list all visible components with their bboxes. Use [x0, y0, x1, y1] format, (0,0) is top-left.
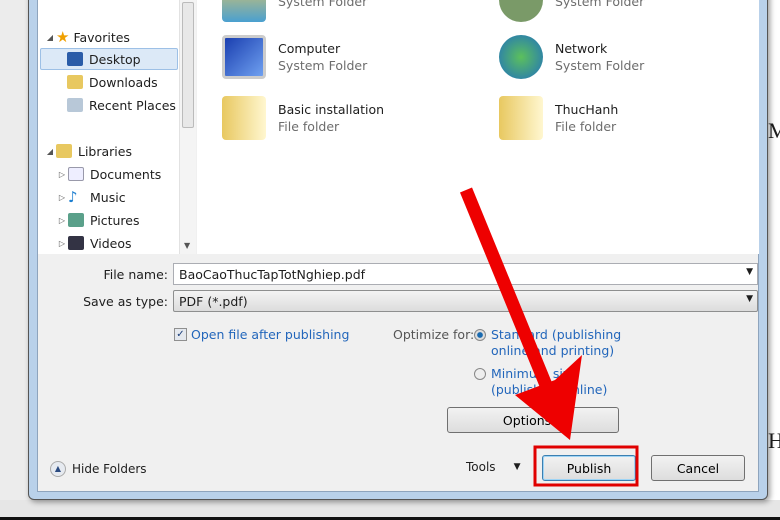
nav-favorites[interactable]: ◢ ★ Favorites	[44, 26, 130, 48]
recent-places-icon	[67, 98, 83, 112]
radio-selected-icon[interactable]	[474, 329, 486, 341]
save-type-select[interactable]: PDF (*.pdf) ▼	[173, 290, 758, 312]
file-name-label: File name:	[103, 267, 168, 282]
file-item[interactable]: Computer System Folder	[222, 35, 367, 79]
user-icon	[499, 0, 543, 22]
item-name: Network	[555, 41, 608, 56]
item-type: System Folder	[555, 58, 645, 73]
nav-label: Videos	[90, 235, 132, 251]
nav-label: Music	[90, 189, 126, 205]
hide-folders-label: Hide Folders	[72, 462, 147, 476]
radio-unselected-icon[interactable]	[474, 368, 486, 380]
hide-folders-button[interactable]: ▲ Hide Folders	[50, 461, 147, 477]
dropdown-arrow-icon[interactable]: ▼	[746, 267, 753, 277]
item-type: System Folder	[278, 58, 368, 73]
nav-recent-places[interactable]: Recent Places	[40, 94, 176, 116]
save-type-value: PDF (*.pdf)	[179, 294, 248, 309]
options-button[interactable]: Options...	[447, 407, 619, 433]
file-name-value: BaoCaoThucTapTotNghiep.pdf	[179, 267, 366, 282]
radio-standard[interactable]: Standard (publishing online and printing…	[474, 327, 624, 359]
open-after-publishing-checkbox[interactable]: ✓ Open file after publishing	[174, 327, 349, 342]
nav-downloads[interactable]: Downloads	[40, 71, 158, 93]
nav-label: Downloads	[89, 74, 158, 90]
folder-icon	[499, 96, 543, 140]
nav-desktop[interactable]: Desktop	[40, 48, 178, 70]
nav-videos[interactable]: ▷ Videos	[56, 232, 132, 254]
checkbox-checked-icon[interactable]: ✓	[174, 328, 187, 341]
videos-icon	[68, 236, 84, 250]
documents-icon	[68, 167, 84, 181]
publish-dialog: ◢ ★ Favorites Desktop Downloads Recent Pla…	[28, 0, 768, 500]
file-item[interactable]: Basic installation File folder	[222, 96, 384, 140]
scroll-down-icon[interactable]: ▼	[184, 241, 190, 250]
folder-icon	[222, 0, 266, 22]
nav-label: Recent Places	[89, 97, 176, 113]
file-item[interactable]: System Folder	[222, 0, 367, 22]
file-item[interactable]: Network System Folder	[499, 35, 644, 79]
background-strip	[0, 500, 780, 520]
music-icon: ♪	[68, 188, 78, 206]
radio-minimum-size[interactable]: Minimum size (publishing online)	[474, 366, 624, 398]
publish-button[interactable]: Publish	[542, 455, 636, 481]
network-icon	[499, 35, 543, 79]
checkbox-label[interactable]: Open file after publishing	[191, 327, 349, 342]
nav-label: Documents	[90, 166, 162, 182]
radio-label[interactable]: Minimum size (publishing online)	[491, 366, 624, 398]
doc-letter: H	[768, 428, 780, 453]
nav-music[interactable]: ▷ ♪ Music	[56, 186, 126, 208]
item-type: System Folder	[278, 0, 368, 9]
file-list: System Folder System Folder Computer Syst…	[197, 0, 759, 254]
item-type: File folder	[555, 119, 617, 134]
item-name: ThucHanh	[555, 102, 619, 117]
save-type-label: Save as type:	[83, 294, 168, 309]
radio-label[interactable]: Standard (publishing online and printing…	[491, 327, 624, 359]
computer-icon	[222, 35, 266, 79]
pictures-icon	[68, 213, 84, 227]
star-icon: ★	[56, 28, 70, 46]
nav-label: Pictures	[90, 212, 140, 228]
nav-label: Desktop	[89, 51, 141, 67]
tools-label: Tools	[466, 460, 496, 474]
item-name: Basic installation	[278, 102, 385, 117]
nav-pictures[interactable]: ▷ Pictures	[56, 209, 140, 231]
desktop-icon	[67, 52, 83, 66]
folder-icon	[222, 96, 266, 140]
tools-menu[interactable]: Tools ▼	[466, 460, 520, 475]
libraries-icon	[56, 144, 72, 158]
item-type: File folder	[278, 119, 340, 134]
chevron-up-icon: ▲	[50, 461, 66, 477]
optimize-label: Optimize for:	[393, 327, 475, 342]
file-item[interactable]: ThucHanh File folder	[499, 96, 618, 140]
downloads-icon	[67, 75, 83, 89]
cancel-button[interactable]: Cancel	[651, 455, 745, 481]
doc-letter: M	[768, 118, 780, 143]
nav-scrollbar[interactable]: ▼	[179, 0, 196, 254]
nav-libraries[interactable]: ◢ Libraries	[44, 140, 132, 162]
nav-label: Favorites	[73, 29, 130, 45]
dropdown-arrow-icon: ▼	[513, 462, 521, 472]
nav-documents[interactable]: ▷ Documents	[56, 163, 161, 185]
nav-label: Libraries	[78, 143, 132, 159]
file-name-input[interactable]: BaoCaoThucTapTotNghiep.pdf ▼	[173, 263, 758, 285]
file-item[interactable]: System Folder	[499, 0, 644, 22]
scrollbar-thumb[interactable]	[182, 2, 194, 128]
dropdown-arrow-icon[interactable]: ▼	[746, 294, 753, 304]
item-name: Computer	[278, 41, 341, 56]
item-type: System Folder	[555, 0, 645, 9]
navigation-pane: ◢ ★ Favorites Desktop Downloads Recent Pla…	[38, 0, 196, 254]
